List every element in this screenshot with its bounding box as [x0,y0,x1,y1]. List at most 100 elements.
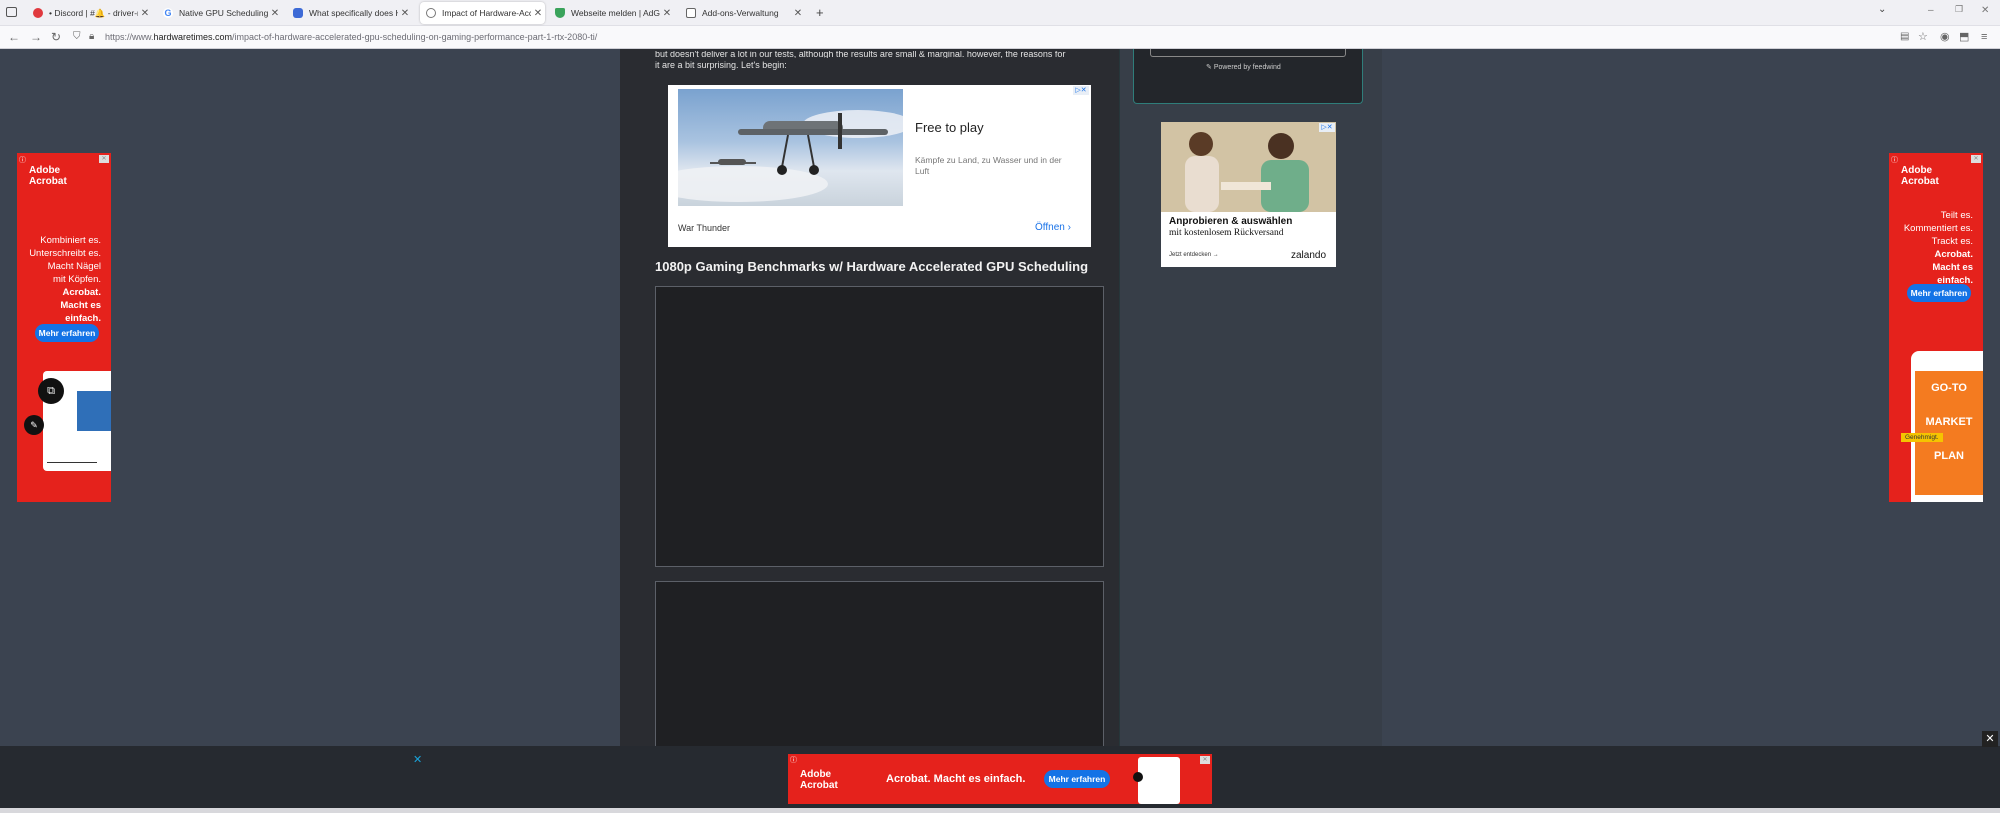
pdf-tool-icon: ⧉ [38,378,64,404]
new-tab-button[interactable]: + [816,5,824,20]
discord-favicon-icon [33,8,43,18]
article-body: but doesn't deliver a lot in our tests, … [655,51,1110,72]
feed-widget-inner [1150,49,1346,57]
phone-text: GO-TO [1931,382,1967,394]
tab-adguard[interactable]: Webseite melden | AdGuard ✕ [549,2,674,24]
tab-list-chevron-icon[interactable]: ⌄ [1878,4,1886,15]
shield-favicon-icon [555,8,565,18]
tab-question[interactable]: What specifically does Hardware ✕ [287,2,412,24]
reader-view-icon[interactable]: ▤ [1900,31,1909,43]
ad-slogan: Acrobat. Macht es einfach. [886,773,1026,785]
benchmark-chart-frame [655,581,1104,751]
ad-line: Macht Nägel [47,261,101,272]
ad-title[interactable]: Free to play [915,120,984,135]
ad-close-icon[interactable]: ✕ [99,155,109,163]
signature-mockup [47,443,97,463]
tab-google[interactable]: G Native GPU Scheduling - Google ✕ [157,2,282,24]
powered-by-feedwind[interactable]: ✎ Powered by feedwind [1206,63,1281,71]
reload-icon[interactable]: ↻ [51,31,61,43]
ad-subline: mit kostenlosem Rückversand [1169,228,1284,238]
powered-label: Powered by feedwind [1213,64,1281,71]
ad-brand[interactable]: War Thunder [678,223,730,233]
tab-hardwaretimes[interactable]: Impact of Hardware-Accelerated ✕ [420,2,545,24]
tab-overview-icon[interactable] [6,7,17,17]
acrobat-logo: Adobe Acrobat [1901,165,1939,187]
close-tab-icon[interactable]: ✕ [660,8,674,19]
menu-icon[interactable]: ≡ [1981,31,1987,43]
puzzle-favicon-icon [686,8,696,18]
section-heading: 1080p Gaming Benchmarks w/ Hardware Acce… [655,259,1089,274]
minimize-icon[interactable]: – [1928,5,1934,16]
acrobat-ad-right[interactable]: ⓘ ✕ Adobe Acrobat Teilt es. Kommentiert … [1889,153,1983,502]
url-path: /impact-of-hardware-accelerated-gpu-sche… [232,32,598,42]
tab-addons[interactable]: Add-ons-Verwaltung ✕ [680,2,805,24]
close-tab-icon[interactable]: ✕ [138,8,152,19]
ad-bold-line: Acrobat. Macht es einfach. [60,287,101,324]
back-arrow-icon[interactable]: ← [8,31,20,43]
ad-info-icon[interactable]: ⓘ [1891,155,1898,165]
zalando-logo: zalando [1291,250,1327,261]
extensions-icon[interactable]: ⬒ [1959,31,1969,43]
close-tab-icon[interactable]: ✕ [531,8,545,19]
ad-line: Trackt es. [1931,236,1973,247]
close-tab-icon[interactable]: ✕ [791,8,805,19]
tracking-shield-icon[interactable]: ⛉ [73,31,81,43]
plane-icon [648,110,913,202]
mehr-erfahren-button[interactable]: Mehr erfahren [1044,770,1110,788]
chat-favicon-icon [293,8,303,18]
war-thunder-ad[interactable]: Free to play Kämpfe zu Land, zu Wasser u… [648,85,1091,247]
ad-copy: Kombiniert es. Unterschreibt es. Macht N… [29,234,101,325]
ad-description: Kämpfe zu Land, zu Wasser und in der Luf… [915,155,1062,176]
document-mockup [1138,757,1180,804]
tab-title: What specifically does Hardware [309,8,398,18]
ad-bold-line: Acrobat. Macht es einfach. [1932,249,1973,286]
tab-title: Webseite melden | AdGuard [571,8,660,18]
acrobat-ad-bottom[interactable]: ⓘ ✕ Adobe Acrobat Acrobat. Macht es einf… [788,754,1212,804]
ad-headline: Anprobieren & auswählen [1169,216,1293,227]
tab-discord[interactable]: • Discord | #🔔 - driver-releases ✕ [27,2,152,24]
ad-choices-icon[interactable]: ▷✕ [1073,86,1089,95]
lock-icon[interactable]: 🔒︎ [89,31,94,43]
account-icon[interactable]: ◉ [1940,31,1950,43]
close-ad-icon[interactable]: ✕ [413,753,422,766]
mehr-erfahren-button[interactable]: Mehr erfahren [1907,284,1971,302]
ad-line: Unterschreibt es. [29,248,101,259]
arrow-right-icon: → [1212,252,1219,258]
article-paragraph: it are a bit surprising. Let's begin: [655,60,787,70]
open-label: Öffnen [1035,222,1065,233]
close-window-icon[interactable]: ✕ [1981,5,1989,16]
ad-choices-icon[interactable]: ▷✕ [1319,123,1335,132]
google-favicon-icon: G [163,8,173,18]
ad-info-icon[interactable]: ⓘ [790,755,797,765]
url-field[interactable]: https://www.hardwaretimes.com/impact-of-… [105,32,597,42]
ad-close-icon[interactable]: ✕ [1200,756,1210,764]
close-tab-icon[interactable]: ✕ [268,8,282,19]
url-prefix: https://www. [105,32,154,42]
article-paragraph-cut: but doesn't deliver a lot in our tests, … [655,51,1066,58]
mehr-erfahren-button[interactable]: Mehr erfahren [35,324,99,342]
sign-tool-icon: ✎ [24,415,44,435]
forward-arrow-icon[interactable]: → [30,31,42,43]
restore-icon[interactable]: ❐ [1955,4,1963,15]
logo-line: Acrobat [1901,176,1939,187]
benchmark-chart-frame [655,286,1104,567]
people-photo-icon [1161,122,1336,212]
ad-info-icon[interactable]: ⓘ [19,155,26,165]
acrobat-ad-left[interactable]: ⓘ ✕ Adobe Acrobat Kombiniert es. Untersc… [17,153,111,502]
close-bar-icon[interactable]: ✕ [1982,731,1998,747]
acrobat-logo: Adobe Acrobat [29,165,67,187]
url-domain: hardwaretimes.com [153,32,233,42]
feed-widget [1133,49,1363,104]
feedwind-icon: ✎ [1206,64,1214,71]
ad-link[interactable]: Jetzt entdecken → [1169,252,1219,258]
ad-line: Teilt es. [1940,210,1973,221]
acrobat-logo: Adobe Acrobat [800,769,838,791]
close-tab-icon[interactable]: ✕ [398,8,412,19]
ad-close-icon[interactable]: ✕ [1971,155,1981,163]
zalando-ad[interactable]: ▷✕ Anprobieren & auswählen mit kostenlos… [1161,122,1336,267]
ad-line: mit Köpfen. [52,274,101,285]
ad-line: Kombiniert es. [40,235,101,246]
bookmark-star-icon[interactable]: ☆ [1918,31,1928,43]
open-ad-button[interactable]: Öffnen › [1035,222,1071,233]
plane-image [648,89,913,206]
